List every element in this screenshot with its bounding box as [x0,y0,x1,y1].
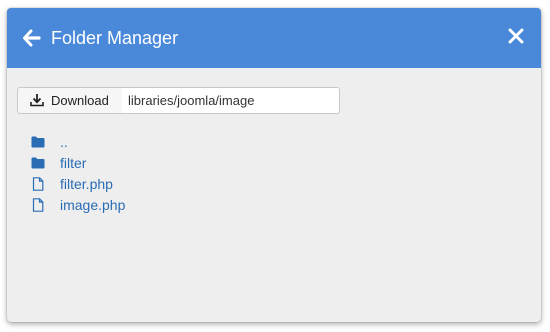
modal-header: Folder Manager [7,8,541,68]
folder-icon [31,157,45,169]
file-icon [32,177,44,191]
folder-icon [31,136,45,148]
download-icon [30,94,44,107]
file-icon [32,198,44,212]
download-button[interactable]: Download [17,87,123,114]
path-input[interactable] [122,87,340,114]
list-item-label: filter [60,155,87,171]
list-item-label: filter.php [60,176,113,192]
list-item-label: .. [60,134,68,150]
close-icon[interactable] [508,28,524,44]
path-bar: Download [17,87,341,114]
modal-title: Folder Manager [51,28,179,48]
download-label: Download [51,93,109,108]
arrow-left-icon[interactable] [23,29,41,47]
list-item-label: image.php [60,197,126,213]
folder-manager-modal: Folder Manager Download .. [7,8,541,322]
